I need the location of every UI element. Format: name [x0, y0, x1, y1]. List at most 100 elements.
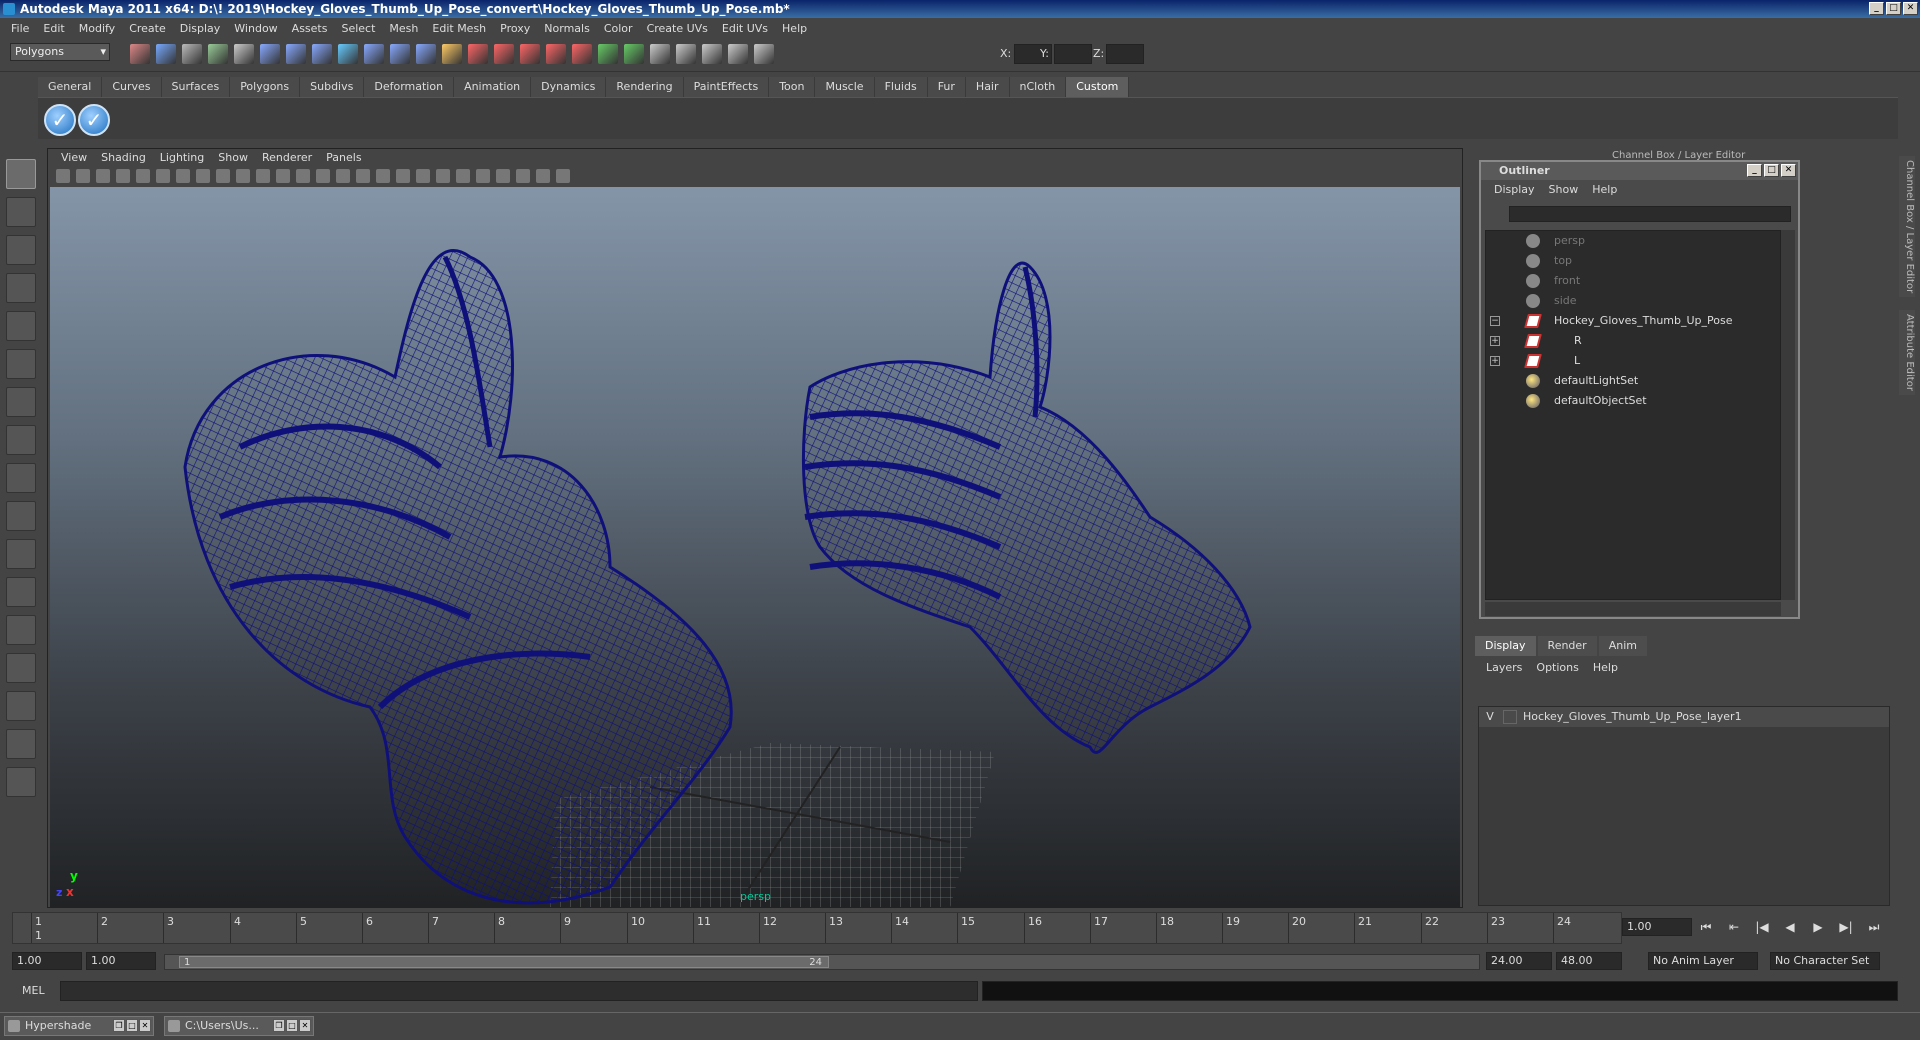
statusline-tool-icon[interactable]	[390, 44, 410, 64]
layer-playback-toggle[interactable]	[1503, 710, 1517, 724]
statusline-tool-icon[interactable]	[234, 44, 254, 64]
outliner-item[interactable]: side	[1486, 291, 1780, 311]
four-layout-icon[interactable]	[6, 577, 36, 607]
viewport-toolbar-icon[interactable]	[256, 169, 270, 183]
z-input[interactable]	[1106, 44, 1144, 64]
statusline-tool-icon[interactable]	[650, 44, 670, 64]
statusline-tool-icon[interactable]	[364, 44, 384, 64]
shelf-tab-curves[interactable]: Curves	[102, 77, 162, 97]
manipulator-tool-icon[interactable]	[6, 387, 36, 417]
viewport-menu-lighting[interactable]: Lighting	[153, 149, 211, 167]
layer-visibility-toggle[interactable]: V	[1483, 707, 1497, 727]
viewport-canvas[interactable]: y z x persp	[50, 187, 1460, 907]
taskbar-item[interactable]: Hypershade ❐ □ ✕	[4, 1016, 154, 1036]
viewport-toolbar-icon[interactable]	[456, 169, 470, 183]
step-forward-frame-icon[interactable]: ▶|	[1835, 918, 1857, 936]
menu-assets[interactable]: Assets	[285, 22, 335, 35]
statusline-tool-icon[interactable]	[728, 44, 748, 64]
statusline-tool-icon[interactable]	[416, 44, 436, 64]
taskbar-restore-button[interactable]: ❐	[273, 1019, 285, 1032]
play-forward-icon[interactable]: ▶	[1807, 918, 1829, 936]
shelf-tab-general[interactable]: General	[38, 77, 103, 97]
viewport-toolbar-icon[interactable]	[336, 169, 350, 183]
mel-command-input[interactable]	[60, 981, 978, 1001]
viewport-toolbar-icon[interactable]	[136, 169, 150, 183]
time-slider[interactable]: 1 2 3 4 5 6 7 8 9 10 11 12 13 14 15 16 17 18 19 20 21 22 23 24 1	[12, 912, 1622, 944]
statusline-tool-icon[interactable]	[312, 44, 332, 64]
last-tool-icon[interactable]	[6, 463, 36, 493]
taskbar-maximize-button[interactable]: □	[286, 1019, 298, 1032]
viewport-menu-view[interactable]: View	[54, 149, 94, 167]
statusline-tool-icon[interactable]	[156, 44, 176, 64]
outliner-item[interactable]: + R	[1486, 331, 1780, 351]
taskbar-close-button[interactable]: ✕	[299, 1019, 311, 1032]
go-to-start-icon[interactable]: ⏮	[1695, 918, 1717, 936]
outliner-item[interactable]: − Hockey_Gloves_Thumb_Up_Pose	[1486, 311, 1780, 331]
outliner-item[interactable]: defaultObjectSet	[1486, 391, 1780, 411]
shelf-tab-animation[interactable]: Animation	[454, 77, 532, 97]
outliner-minimize-button[interactable]: _	[1747, 164, 1762, 177]
menu-edit[interactable]: Edit	[36, 22, 71, 35]
range-slider[interactable]: 1 24	[164, 954, 1480, 970]
outliner-item[interactable]: defaultLightSet	[1486, 371, 1780, 391]
menu-set-selector[interactable]: Polygons	[10, 43, 110, 61]
viewport-toolbar-icon[interactable]	[556, 169, 570, 183]
shelf-tab-rendering[interactable]: Rendering	[606, 77, 684, 97]
outliner-horizontal-scrollbar[interactable]	[1485, 602, 1781, 616]
scale-tool-icon[interactable]	[6, 349, 36, 379]
layer-row[interactable]: V Hockey_Gloves_Thumb_Up_Pose_layer1	[1479, 707, 1889, 727]
minimize-button[interactable]: _	[1869, 2, 1884, 15]
shelf-tab-custom[interactable]: Custom	[1066, 77, 1130, 97]
select-tool-icon[interactable]	[6, 159, 36, 189]
outliner-expand-toggle[interactable]: +	[1490, 356, 1500, 366]
paint-select-tool-icon[interactable]	[6, 235, 36, 265]
playback-end-field[interactable]: 24.00	[1486, 952, 1552, 970]
viewport-toolbar-icon[interactable]	[236, 169, 250, 183]
blank-tool-slot[interactable]	[6, 501, 36, 531]
outliner-expand-toggle[interactable]: −	[1490, 316, 1500, 326]
outliner-item[interactable]: + L	[1486, 351, 1780, 371]
shelf-tab-muscle[interactable]: Muscle	[815, 77, 875, 97]
layer-menu-help[interactable]: Help	[1586, 658, 1625, 678]
graph-layout-icon[interactable]	[6, 653, 36, 683]
statusline-tool-icon[interactable]	[624, 44, 644, 64]
shelf-tab-polygons[interactable]: Polygons	[230, 77, 301, 97]
move-tool-icon[interactable]	[6, 273, 36, 303]
shelf-tab-surfaces[interactable]: Surfaces	[161, 77, 231, 97]
viewport-toolbar-icon[interactable]	[276, 169, 290, 183]
viewport-toolbar-icon[interactable]	[476, 169, 490, 183]
viewport-toolbar-icon[interactable]	[516, 169, 530, 183]
outliner-maximize-button[interactable]: □	[1764, 164, 1779, 177]
custom-shelf-check-icon[interactable]: ✓	[44, 104, 76, 136]
statusline-tool-icon[interactable]	[260, 44, 280, 64]
statusline-tool-icon[interactable]	[286, 44, 306, 64]
taskbar-close-button[interactable]: ✕	[139, 1019, 151, 1032]
menu-help[interactable]: Help	[775, 22, 814, 35]
single-layout-icon[interactable]	[6, 539, 36, 569]
statusline-tool-icon[interactable]	[338, 44, 358, 64]
mel-label[interactable]: MEL	[22, 984, 45, 997]
hypershade-layout-icon[interactable]	[6, 691, 36, 721]
side-tab-attribute-editor[interactable]: Attribute Editor	[1899, 310, 1915, 395]
viewport-menu-show[interactable]: Show	[211, 149, 255, 167]
menu-window[interactable]: Window	[227, 22, 284, 35]
menu-edit-uvs[interactable]: Edit UVs	[715, 22, 775, 35]
statusline-tool-icon[interactable]	[442, 44, 462, 64]
layer-tab-render[interactable]: Render	[1537, 636, 1597, 656]
outliner-close-button[interactable]: ✕	[1781, 164, 1796, 177]
statusline-tool-icon[interactable]	[676, 44, 696, 64]
shelf-tab-fluids[interactable]: Fluids	[874, 77, 928, 97]
statusline-tool-icon[interactable]	[468, 44, 488, 64]
outliner-vertical-scrollbar[interactable]	[1781, 230, 1795, 600]
statusline-tool-icon[interactable]	[546, 44, 566, 64]
taskbar-item[interactable]: C:\Users\Us... ❐ □ ✕	[164, 1016, 314, 1036]
outliner-menu-display[interactable]: Display	[1487, 180, 1542, 200]
viewport-menu-panels[interactable]: Panels	[319, 149, 368, 167]
layer-menu-layers[interactable]: Layers	[1479, 658, 1529, 678]
render-layout-icon[interactable]	[6, 729, 36, 759]
viewport-toolbar-icon[interactable]	[376, 169, 390, 183]
statusline-tool-icon[interactable]	[182, 44, 202, 64]
y-input[interactable]	[1054, 44, 1092, 64]
viewport-menu-shading[interactable]: Shading	[94, 149, 153, 167]
shelf-tab-fur[interactable]: Fur	[927, 77, 966, 97]
